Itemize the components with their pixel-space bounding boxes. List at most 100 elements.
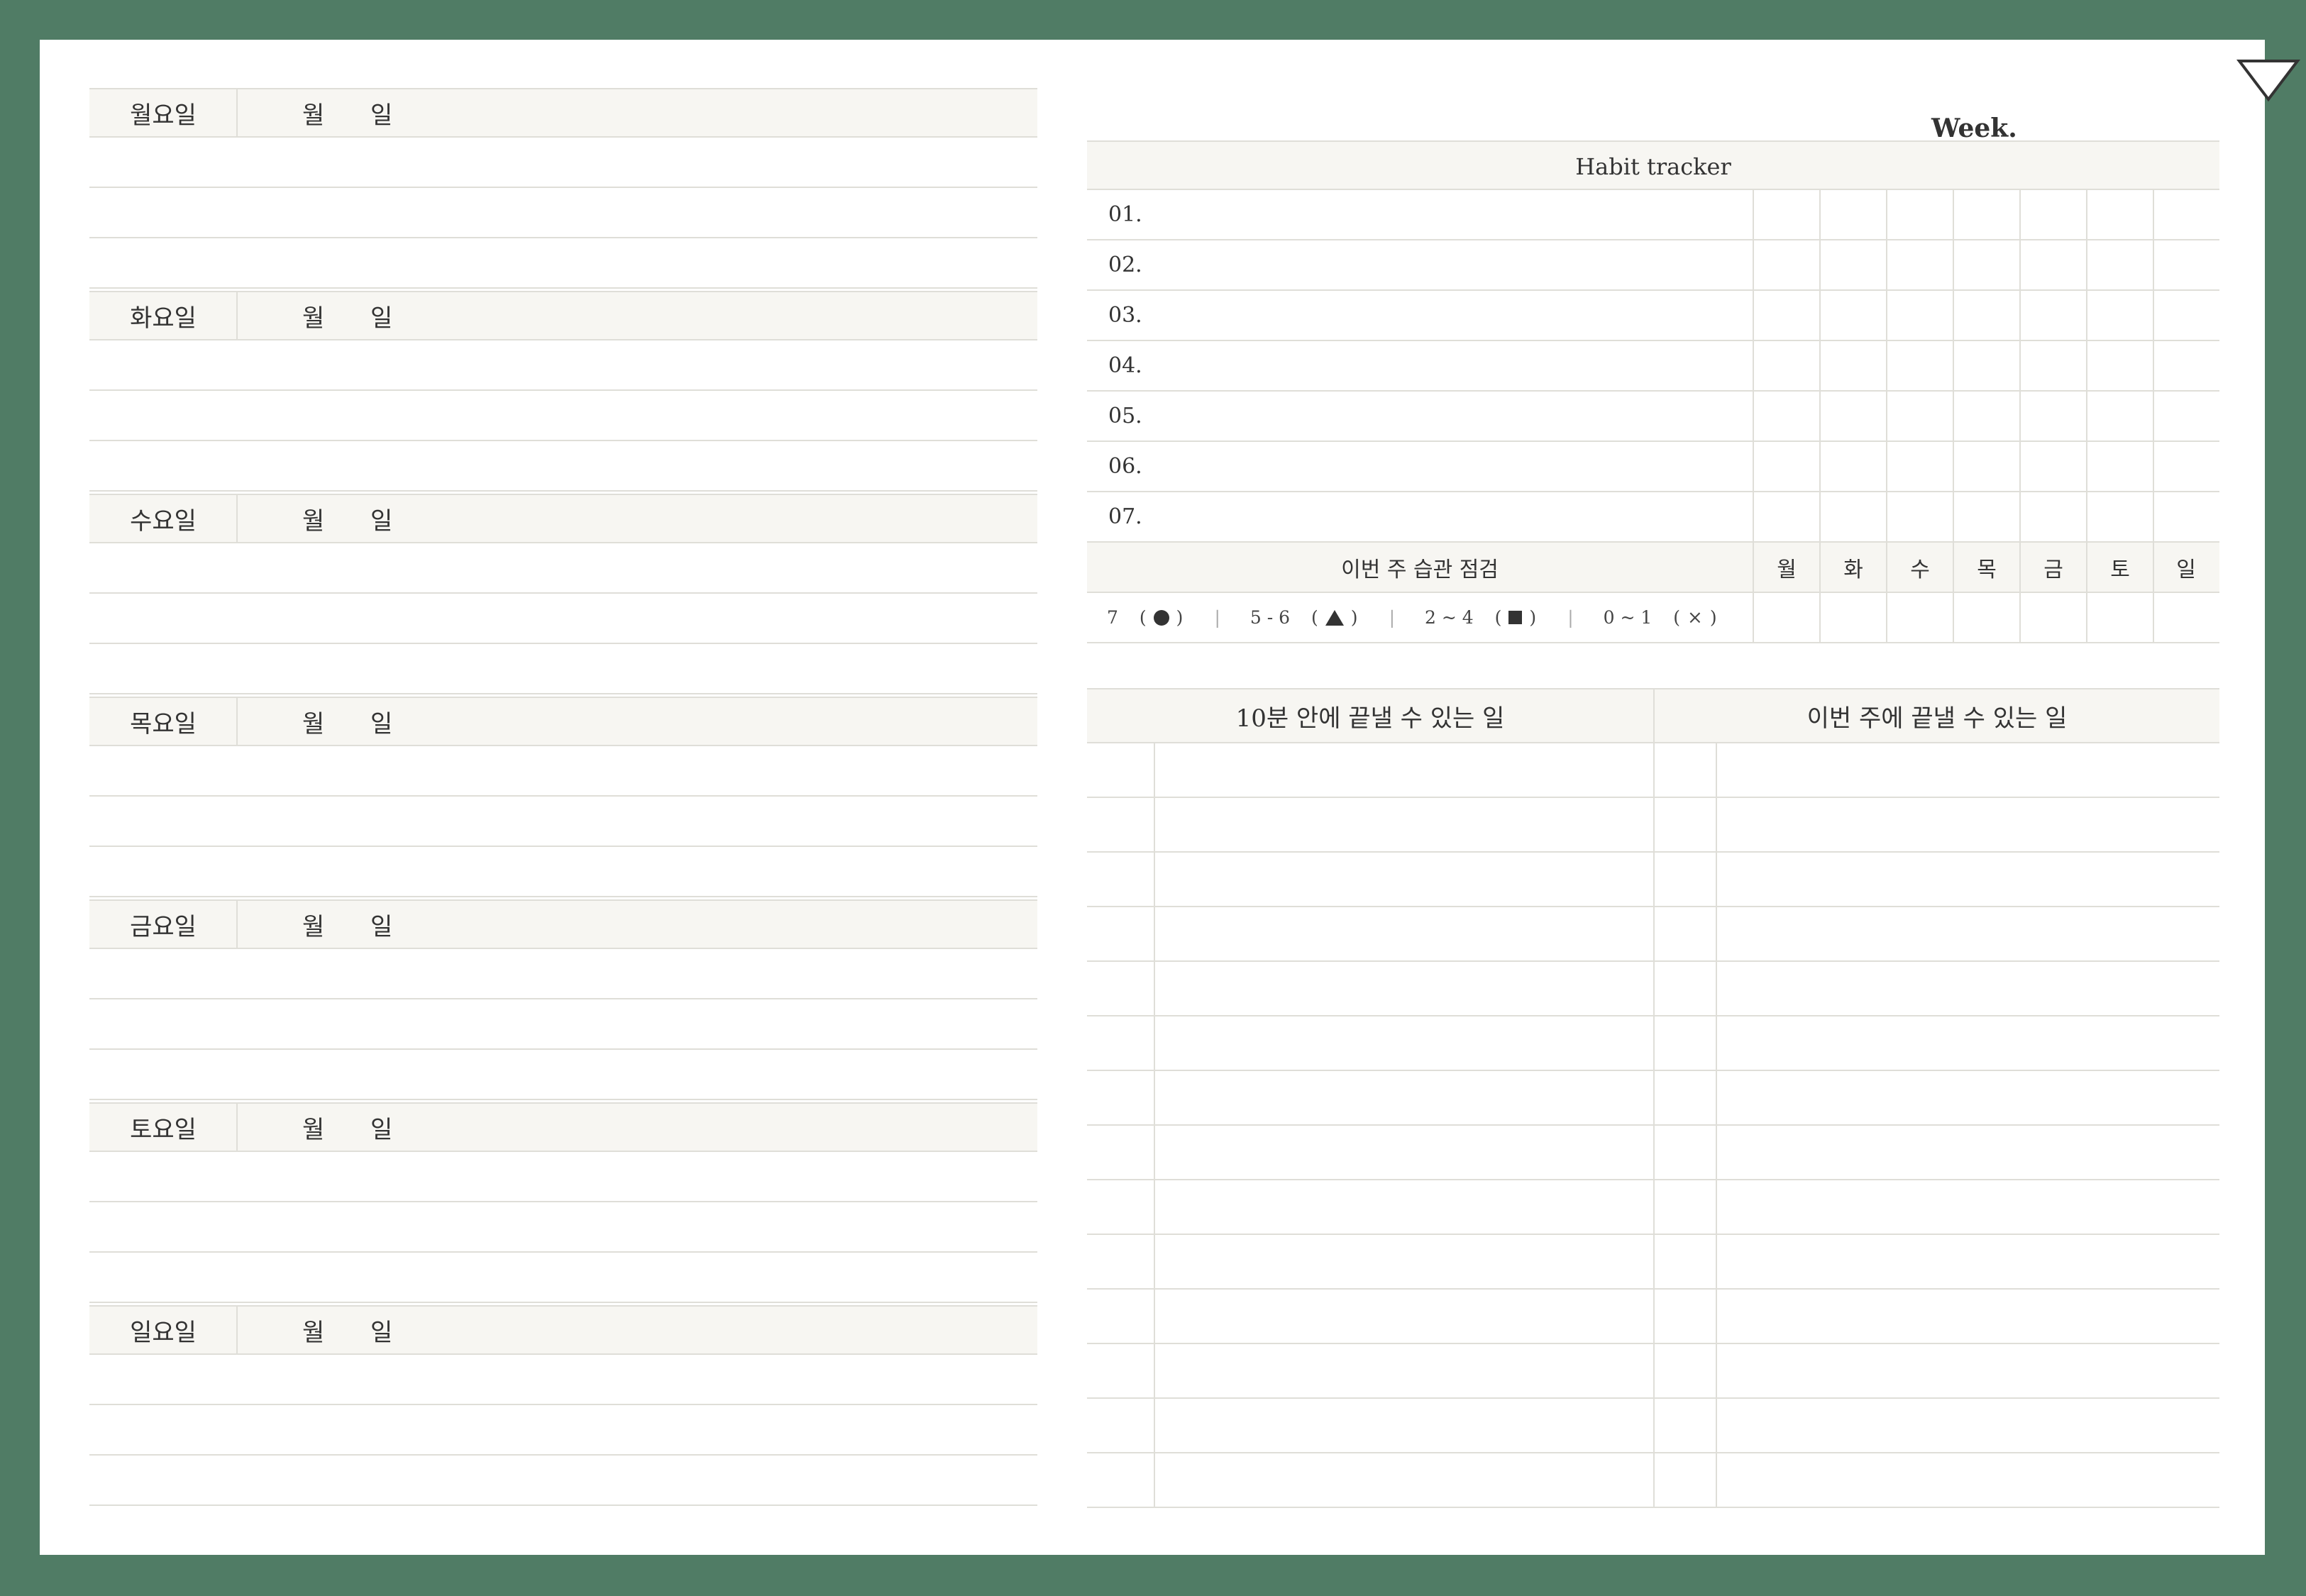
todo-week-item[interactable] xyxy=(1716,907,2219,960)
habit-check-cell[interactable] xyxy=(2019,341,2086,390)
habit-check-cell[interactable] xyxy=(1819,190,1886,239)
habit-score-cell[interactable] xyxy=(2019,593,2086,642)
habit-check-cell[interactable] xyxy=(1886,291,1953,340)
todo-week-item[interactable] xyxy=(1716,962,2219,1015)
habit-check-cell[interactable] xyxy=(1753,492,1819,541)
todo-10min-checkbox[interactable] xyxy=(1087,1399,1154,1452)
habit-item-label[interactable]: 03. xyxy=(1087,291,1753,340)
habit-check-cell[interactable] xyxy=(1753,341,1819,390)
todo-10min-item[interactable] xyxy=(1154,907,1653,960)
todo-10min-checkbox[interactable] xyxy=(1087,1180,1154,1234)
habit-score-cell[interactable] xyxy=(1819,593,1886,642)
habit-check-cell[interactable] xyxy=(2086,392,2153,440)
habit-check-cell[interactable] xyxy=(2153,341,2218,390)
todo-week-checkbox[interactable] xyxy=(1653,1071,1716,1124)
habit-check-cell[interactable] xyxy=(2086,291,2153,340)
habit-check-cell[interactable] xyxy=(2019,291,2086,340)
habit-check-cell[interactable] xyxy=(2019,442,2086,491)
habit-check-cell[interactable] xyxy=(1953,240,2019,289)
todo-week-item[interactable] xyxy=(1716,1235,2219,1288)
todo-week-item[interactable] xyxy=(1716,853,2219,906)
todo-week-item[interactable] xyxy=(1716,1399,2219,1452)
todo-10min-checkbox[interactable] xyxy=(1087,1126,1154,1179)
habit-check-cell[interactable] xyxy=(1819,240,1886,289)
todo-week-checkbox[interactable] xyxy=(1653,853,1716,906)
day-note-line[interactable] xyxy=(89,1253,1037,1303)
habit-item-label[interactable]: 01. xyxy=(1087,190,1753,239)
todo-10min-item[interactable] xyxy=(1154,1126,1653,1179)
todo-10min-checkbox[interactable] xyxy=(1087,798,1154,851)
todo-week-item[interactable] xyxy=(1716,1016,2219,1070)
habit-check-cell[interactable] xyxy=(1753,291,1819,340)
todo-week-item[interactable] xyxy=(1716,1453,2219,1507)
habit-score-cell[interactable] xyxy=(2086,593,2153,642)
todo-10min-item[interactable] xyxy=(1154,1180,1653,1234)
habit-check-cell[interactable] xyxy=(1753,392,1819,440)
habit-check-cell[interactable] xyxy=(1953,190,2019,239)
day-note-line[interactable] xyxy=(89,1152,1037,1202)
todo-10min-checkbox[interactable] xyxy=(1087,1344,1154,1397)
todo-10min-checkbox[interactable] xyxy=(1087,743,1154,797)
day-note-line[interactable] xyxy=(89,594,1037,644)
habit-check-cell[interactable] xyxy=(1753,190,1819,239)
todo-10min-item[interactable] xyxy=(1154,1344,1653,1397)
habit-check-cell[interactable] xyxy=(2086,240,2153,289)
habit-check-cell[interactable] xyxy=(1953,341,2019,390)
todo-week-checkbox[interactable] xyxy=(1653,1453,1716,1507)
day-note-line[interactable] xyxy=(89,797,1037,847)
todo-week-item[interactable] xyxy=(1716,743,2219,797)
habit-check-cell[interactable] xyxy=(2086,190,2153,239)
todo-10min-item[interactable] xyxy=(1154,1453,1653,1507)
habit-check-cell[interactable] xyxy=(2153,492,2218,541)
todo-10min-item[interactable] xyxy=(1154,962,1653,1015)
habit-item-label[interactable]: 04. xyxy=(1087,341,1753,390)
habit-score-cell[interactable] xyxy=(2153,593,2218,642)
todo-10min-item[interactable] xyxy=(1154,798,1653,851)
habit-check-cell[interactable] xyxy=(1819,341,1886,390)
habit-check-cell[interactable] xyxy=(1953,291,2019,340)
habit-score-cell[interactable] xyxy=(1886,593,1953,642)
todo-week-checkbox[interactable] xyxy=(1653,907,1716,960)
todo-week-checkbox[interactable] xyxy=(1653,962,1716,1015)
day-note-line[interactable] xyxy=(89,1405,1037,1456)
todo-week-checkbox[interactable] xyxy=(1653,743,1716,797)
todo-10min-checkbox[interactable] xyxy=(1087,962,1154,1015)
day-note-line[interactable] xyxy=(89,340,1037,391)
todo-week-item[interactable] xyxy=(1716,1344,2219,1397)
habit-check-cell[interactable] xyxy=(1886,492,1953,541)
day-note-line[interactable] xyxy=(89,543,1037,594)
habit-item-label[interactable]: 02. xyxy=(1087,240,1753,289)
day-note-line[interactable] xyxy=(89,847,1037,897)
habit-check-cell[interactable] xyxy=(1953,392,2019,440)
habit-check-cell[interactable] xyxy=(2019,240,2086,289)
todo-week-checkbox[interactable] xyxy=(1653,1344,1716,1397)
habit-check-cell[interactable] xyxy=(2086,442,2153,491)
day-note-line[interactable] xyxy=(89,138,1037,188)
day-note-line[interactable] xyxy=(89,949,1037,999)
habit-check-cell[interactable] xyxy=(1819,392,1886,440)
habit-check-cell[interactable] xyxy=(2153,190,2218,239)
todo-week-item[interactable] xyxy=(1716,1126,2219,1179)
todo-10min-checkbox[interactable] xyxy=(1087,907,1154,960)
todo-week-item[interactable] xyxy=(1716,798,2219,851)
day-note-line[interactable] xyxy=(89,999,1037,1050)
day-note-line[interactable] xyxy=(89,1355,1037,1405)
day-note-line[interactable] xyxy=(89,1456,1037,1506)
habit-score-cell[interactable] xyxy=(1753,593,1819,642)
habit-item-label[interactable]: 07. xyxy=(1087,492,1753,541)
habit-check-cell[interactable] xyxy=(2086,341,2153,390)
habit-check-cell[interactable] xyxy=(1886,341,1953,390)
todo-week-item[interactable] xyxy=(1716,1290,2219,1343)
todo-10min-checkbox[interactable] xyxy=(1087,853,1154,906)
habit-check-cell[interactable] xyxy=(2019,190,2086,239)
day-note-line[interactable] xyxy=(89,1202,1037,1253)
habit-check-cell[interactable] xyxy=(1886,190,1953,239)
day-note-line[interactable] xyxy=(89,188,1037,238)
habit-item-label[interactable]: 06. xyxy=(1087,442,1753,491)
todo-10min-checkbox[interactable] xyxy=(1087,1290,1154,1343)
habit-check-cell[interactable] xyxy=(1753,442,1819,491)
habit-check-cell[interactable] xyxy=(1953,492,2019,541)
day-note-line[interactable] xyxy=(89,746,1037,797)
habit-check-cell[interactable] xyxy=(2153,392,2218,440)
day-note-line[interactable] xyxy=(89,391,1037,441)
